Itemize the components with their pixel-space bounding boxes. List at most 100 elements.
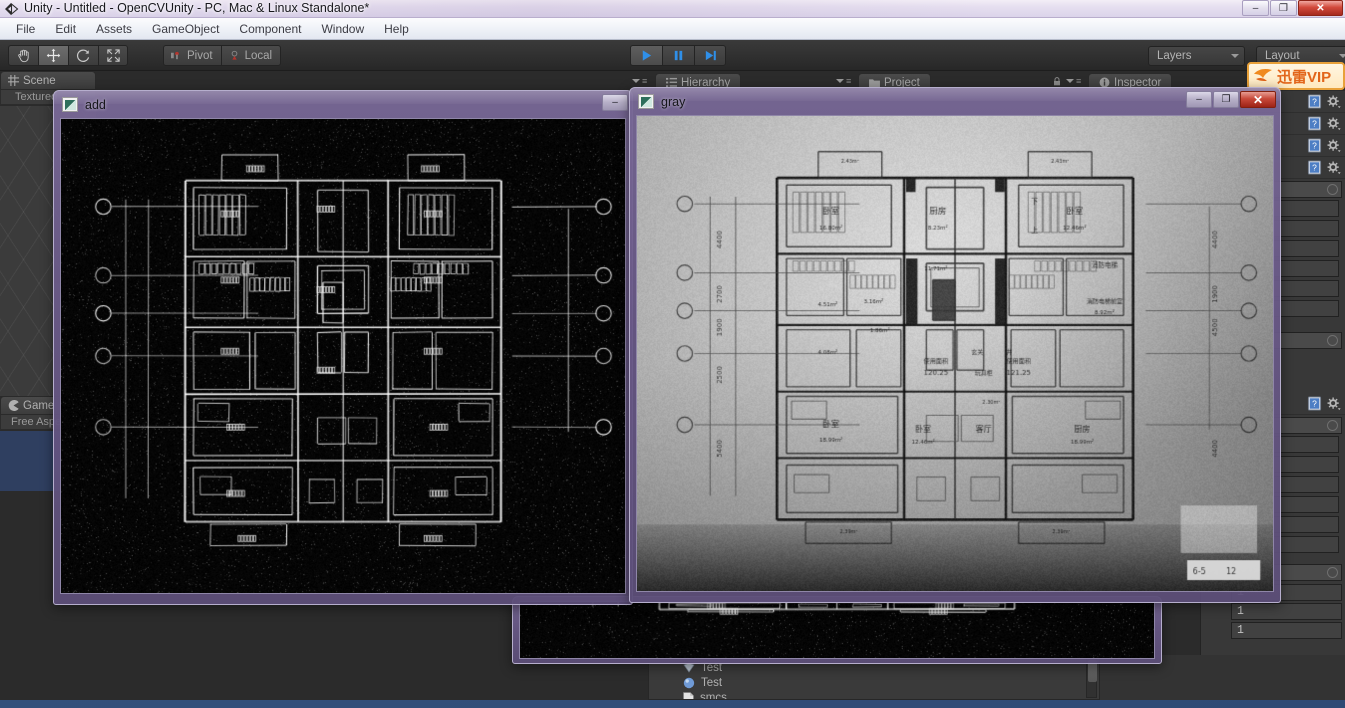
pivot-local-group: Pivot Local [163,45,282,66]
chevron-down-icon [1231,54,1239,58]
tab-scene-label: Scene [23,74,56,87]
restore-button[interactable]: ❐ [1270,0,1297,16]
hand-tool-button[interactable] [8,45,38,66]
step-button[interactable] [694,45,726,66]
minimize-button[interactable]: – [1242,0,1269,16]
hierarchy-tab-menu-icon[interactable]: ≡ [632,76,647,86]
chevron-down-icon [1339,54,1345,58]
minimize-button[interactable]: – [602,94,628,111]
local-button[interactable]: Local [220,45,282,66]
window-title-bar-add[interactable]: add – [54,91,632,118]
window-controls-add: – [602,94,628,111]
gear-icon[interactable] [1327,139,1341,153]
window-title-gray: gray [661,94,686,109]
svg-text:?: ? [1312,96,1317,106]
window-frame: add – [53,90,633,605]
layers-label: Layers [1157,50,1192,62]
canny-edge-image-partial [520,602,1154,658]
svg-text:?: ? [1312,118,1317,128]
tail-value-2[interactable]: 1 [1231,603,1342,620]
image-canvas-background[interactable] [519,601,1155,659]
svg-text:?: ? [1312,162,1317,172]
pivot-button[interactable]: Pivot [163,45,221,66]
pivot-icon [171,51,179,60]
window-title-add: add [85,97,106,112]
window-frame: gray – ❐ ✕ [629,87,1281,603]
file-icon [683,691,694,699]
list-item[interactable]: smcs [649,690,1099,700]
object-picker-icon[interactable] [1327,420,1338,431]
scene-grid-icon [8,75,19,86]
play-button[interactable] [630,45,662,66]
menu-item-gameobject[interactable]: GameObject [142,20,229,38]
unity-title-bar: Unity - Untitled - OpenCVUnity - PC, Mac… [0,0,1345,18]
image-canvas-add[interactable] [60,118,626,594]
script-icon: ? [1307,116,1322,131]
menu-bar: File Edit Assets GameObject Component Wi… [0,18,1345,40]
list-item-label: Test [701,676,723,689]
window-frame [512,596,1162,664]
script-icon: ? [1307,160,1322,175]
scale-icon [106,49,120,62]
maximize-button[interactable]: ❐ [1213,91,1239,108]
opencv-window-icon [638,94,654,109]
play-icon [642,50,652,61]
material-sphere-icon [683,677,695,688]
opencv-window-add[interactable]: add – [53,90,633,605]
list-item[interactable]: Test [649,675,1099,690]
project-tab-menu-icon[interactable]: ≡ [836,76,851,86]
gear-icon[interactable] [1327,397,1341,411]
object-picker-icon[interactable] [1327,184,1338,195]
menu-item-edit[interactable]: Edit [45,20,86,38]
close-button[interactable]: ✕ [1240,91,1276,108]
inspector-lock-icon[interactable]: ≡ [1053,76,1081,86]
tab-game-label: Game [23,399,55,412]
move-icon [46,48,61,63]
local-icon [231,50,237,60]
folder-icon [869,78,880,87]
pause-button[interactable] [662,45,694,66]
opencv-window-gray[interactable]: gray – ❐ ✕ [629,87,1281,603]
gear-icon[interactable] [1327,95,1341,109]
window-controls-gray: – ❐ ✕ [1186,91,1276,108]
gear-icon[interactable] [1327,117,1341,131]
step-icon [705,50,716,61]
object-picker-icon[interactable] [1327,335,1338,346]
tab-scene[interactable]: Scene [0,71,96,90]
menu-item-file[interactable]: File [6,20,45,38]
unity-toolbar: Pivot Local Layers Layout [0,40,1345,71]
tail-value-3[interactable]: 1 [1231,622,1342,639]
rotate-icon [76,49,90,62]
scale-tool-button[interactable] [98,45,128,66]
list-item-label: smcs [700,691,727,700]
svg-text:?: ? [1312,398,1317,408]
object-picker-icon[interactable] [1327,567,1338,578]
hand-icon [18,49,29,63]
pause-icon [674,50,683,61]
transform-tools [8,45,128,66]
image-canvas-gray[interactable] [636,115,1274,592]
script-icon: ? [1307,138,1322,153]
rotate-tool-button[interactable] [68,45,98,66]
menu-item-assets[interactable]: Assets [86,20,142,38]
window-controls: – ❐ ✕ [1242,0,1343,16]
move-tool-button[interactable] [38,45,68,66]
menu-item-component[interactable]: Component [229,20,311,38]
menu-item-window[interactable]: Window [311,20,374,38]
xunlei-vip-label: 迅雷VIP [1277,68,1332,86]
minimize-button[interactable]: – [1186,91,1212,108]
opencv-window-icon [62,97,78,112]
opencv-window-background[interactable] [512,596,1162,664]
script-icon: ? [1307,396,1322,411]
close-button[interactable]: ✕ [1298,0,1343,16]
layout-label: Layout [1265,50,1300,62]
canny-edge-floorplan-image [61,119,625,593]
unity-logo-icon [4,2,19,16]
project-scrollbar[interactable] [1086,658,1097,698]
layers-dropdown[interactable]: Layers [1148,46,1245,66]
gear-icon[interactable] [1327,161,1341,175]
window-title-bar-gray[interactable]: gray – ❐ ✕ [630,88,1280,115]
menu-item-help[interactable]: Help [374,20,419,38]
xunlei-vip-banner[interactable]: 迅雷VIP [1247,62,1345,90]
pivot-label: Pivot [187,49,213,62]
